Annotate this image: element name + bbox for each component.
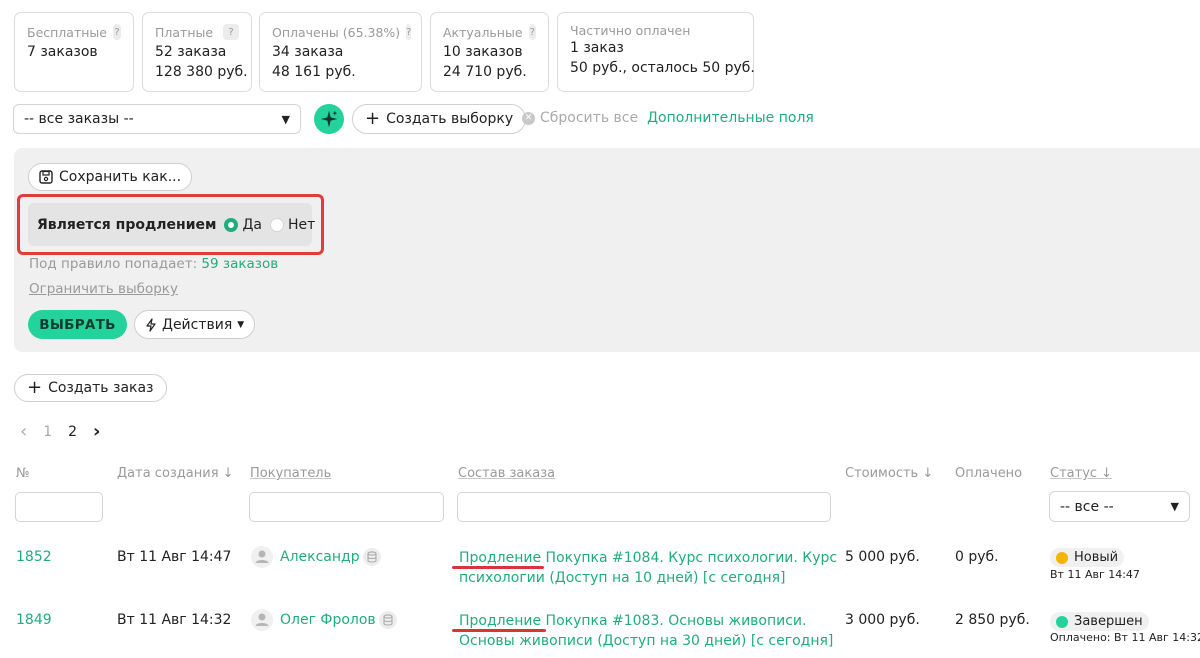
stat-title: Актуальные xyxy=(443,24,523,40)
chevron-down-icon: ▼ xyxy=(281,112,290,126)
col-id-header[interactable]: № xyxy=(16,466,30,481)
sparkle-button[interactable] xyxy=(314,104,344,134)
rule-match-count: Под правило попадает: 59 заказов xyxy=(29,256,278,272)
order-items-line: Продление Покупка #1084. Курс психологии… xyxy=(459,550,838,566)
order-id-link[interactable]: 1852 xyxy=(16,549,52,565)
limit-selection-link[interactable]: Ограничить выборку xyxy=(29,281,178,297)
plus-icon: + xyxy=(365,108,381,129)
stat-sum: 24 710 руб. xyxy=(443,64,527,80)
floppy-icon xyxy=(39,170,53,184)
sparkle-icon xyxy=(320,110,338,128)
order-items-line: психологии (Доступ на 10 дней) [с сегодн… xyxy=(459,570,786,586)
items-filter-input[interactable] xyxy=(457,492,831,522)
help-icon[interactable]: ? xyxy=(112,24,121,40)
highlight-underline xyxy=(452,566,544,569)
col-items-header[interactable]: Состав заказа xyxy=(458,466,555,481)
status-label: Завершен xyxy=(1074,614,1143,629)
page-link[interactable]: 1 xyxy=(43,424,52,440)
plus-icon: + xyxy=(27,377,43,398)
buyer-link[interactable]: Олег Фролов xyxy=(280,612,376,628)
stat-card-actual: Актуальные? 10 заказов 24 710 руб. xyxy=(430,12,549,92)
save-as-label: Сохранить как... xyxy=(59,169,182,185)
create-selection-label: Создать выборку xyxy=(386,111,514,127)
help-icon[interactable]: ? xyxy=(528,24,536,40)
order-cost: 5 000 руб. xyxy=(845,549,920,565)
user-icon xyxy=(251,609,273,631)
order-items-line: Основы живописи (Доступ на 30 дней) [с с… xyxy=(459,633,834,649)
create-order-button[interactable]: + Создать заказ xyxy=(14,374,167,402)
col-created-header[interactable]: Дата создания ↓ xyxy=(117,466,234,481)
buyer-link[interactable]: Александр xyxy=(280,549,360,565)
stat-card-paid-done: Оплачены (65.38%)? 34 заказа 48 161 руб. xyxy=(259,12,422,92)
stat-title: Бесплатные xyxy=(27,24,107,40)
status-date: Оплачено: Вт 11 Авг 14:32 xyxy=(1050,631,1200,644)
lightning-icon xyxy=(146,317,156,332)
create-selection-button[interactable]: + Создать выборку xyxy=(352,104,527,134)
col-cost-header[interactable]: Стоимость ↓ xyxy=(845,466,933,481)
stat-sum: 50 руб., осталось 50 руб. xyxy=(570,60,755,76)
col-paid-header: Оплачено xyxy=(955,466,1023,481)
save-as-button[interactable]: Сохранить как... xyxy=(28,163,193,191)
order-id-link[interactable]: 1849 xyxy=(16,612,52,628)
pagination: ‹ 1 2 › xyxy=(20,421,100,442)
actions-label: Действия xyxy=(162,316,233,333)
col-buyer-header[interactable]: Покупатель xyxy=(250,466,331,481)
stat-value: 7 заказов xyxy=(27,44,98,60)
order-created: Вт 11 Авг 14:32 xyxy=(117,612,232,628)
stat-sum: 48 161 руб. xyxy=(272,64,356,80)
chevron-down-icon: ▼ xyxy=(1170,500,1179,513)
stat-value: 34 заказа xyxy=(272,44,344,60)
reset-all-button[interactable]: ✕ Сбросить все Дополнительные поля xyxy=(522,110,814,126)
create-order-label: Создать заказ xyxy=(48,380,154,396)
order-created: Вт 11 Авг 14:47 xyxy=(117,549,232,565)
orders-select[interactable]: -- все заказы -- ▼ xyxy=(13,104,301,134)
order-paid: 2 850 руб. xyxy=(955,612,1030,628)
stat-value: 52 заказа xyxy=(155,44,227,60)
next-page-icon[interactable]: › xyxy=(93,421,100,442)
status-dot-icon xyxy=(1056,615,1068,628)
stat-title: Платные xyxy=(155,24,214,40)
database-icon[interactable] xyxy=(379,611,397,629)
extra-fields-link[interactable]: Дополнительные поля xyxy=(647,110,814,126)
highlight-frame xyxy=(17,194,324,255)
chevron-down-icon: ▼ xyxy=(237,319,245,330)
apply-filter-button[interactable]: ВЫБРАТЬ xyxy=(28,310,127,339)
database-icon[interactable] xyxy=(363,548,381,566)
close-icon: ✕ xyxy=(522,111,535,125)
rule-match-prefix: Под правило попадает: xyxy=(29,256,198,272)
stat-card-partial: Частично оплачен 1 заказ 50 руб., остало… xyxy=(557,12,755,92)
stat-title: Частично оплачен xyxy=(570,23,691,38)
id-filter-input[interactable] xyxy=(15,492,103,522)
help-icon[interactable]: ? xyxy=(406,24,412,40)
buyer-filter-input[interactable] xyxy=(249,492,444,522)
page-current[interactable]: 2 xyxy=(68,424,77,440)
stat-value: 1 заказ xyxy=(570,40,624,56)
orders-select-value: -- все заказы -- xyxy=(24,111,134,127)
help-icon[interactable]: ? xyxy=(223,24,239,40)
status-date: Вт 11 Авг 14:47 xyxy=(1050,568,1140,581)
user-icon xyxy=(251,546,273,568)
status-dot-icon xyxy=(1056,551,1068,564)
prev-page-icon[interactable]: ‹ xyxy=(20,421,27,442)
stat-value: 10 заказов xyxy=(443,44,523,60)
status-filter-select[interactable]: -- все -- ▼ xyxy=(1049,491,1190,522)
rule-match-link[interactable]: 59 заказов xyxy=(201,256,278,272)
stat-card-paid: Платные? 52 заказа 128 380 руб. xyxy=(142,12,252,92)
stat-sum: 128 380 руб. xyxy=(155,64,248,80)
order-paid: 0 руб. xyxy=(955,549,999,565)
status-badge: Завершен xyxy=(1050,612,1149,631)
reset-all-label: Сбросить все xyxy=(540,110,639,126)
col-status-header[interactable]: Статус ↓ xyxy=(1050,466,1112,481)
order-items-line: Продление Покупка #1083. Основы живописи… xyxy=(459,613,807,629)
order-cost: 3 000 руб. xyxy=(845,612,920,628)
stat-title: Оплачены (65.38%) xyxy=(272,24,401,40)
stat-card-free: Бесплатные? 7 заказов xyxy=(14,12,134,92)
actions-button[interactable]: Действия ▼ xyxy=(134,310,256,339)
highlight-underline xyxy=(452,629,546,632)
status-label: Новый xyxy=(1074,550,1119,565)
status-filter-value: -- все -- xyxy=(1060,498,1114,515)
status-badge: Новый xyxy=(1050,548,1125,567)
